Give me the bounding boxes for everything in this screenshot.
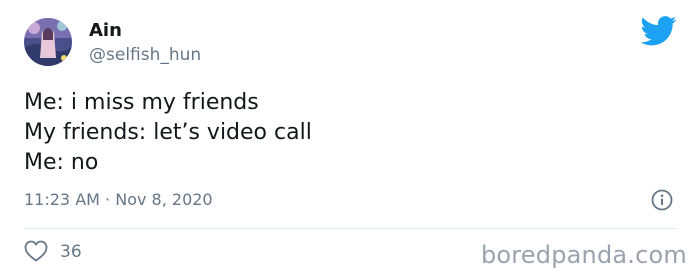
tweet-time: 11:23 AM (24, 190, 100, 209)
divider (24, 228, 676, 229)
tweet-card: Ain @selfish_hun Me: i miss my friends M… (0, 0, 700, 280)
tweet-line: Me: i miss my friends (24, 90, 259, 115)
like-count: 36 (60, 242, 82, 262)
tweet-text: Me: i miss my friends My friends: let’s … (24, 88, 312, 178)
info-icon[interactable] (651, 189, 673, 211)
user-handle[interactable]: @selfish_hun (89, 45, 201, 65)
twitter-bird-icon[interactable] (640, 16, 677, 46)
tweet-date: Nov 8, 2020 (115, 190, 213, 209)
heart-icon[interactable] (24, 240, 48, 262)
tweet-line: My friends: let’s video call (24, 120, 312, 145)
tweet-line: Me: no (24, 150, 99, 175)
avatar[interactable] (24, 18, 72, 66)
timestamp[interactable]: 11:23 AM · Nov 8, 2020 (24, 190, 213, 210)
display-name[interactable]: Ain (89, 20, 122, 42)
timestamp-separator: · (99, 190, 116, 209)
watermark: boredpanda.com (480, 241, 687, 269)
